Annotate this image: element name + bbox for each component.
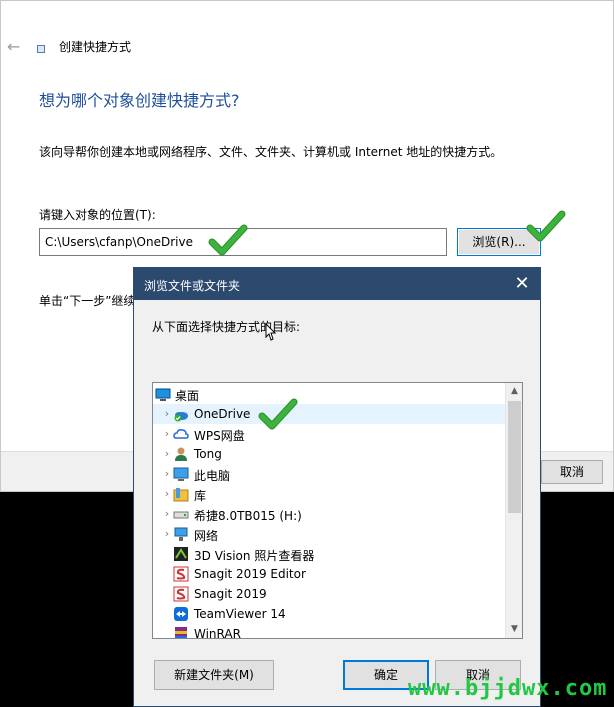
- tree-item-label: 希捷8.0TB015 (H:): [194, 509, 302, 523]
- tree-item[interactable]: › Tong: [153, 444, 506, 464]
- scroll-up-icon[interactable]: ▲: [506, 383, 522, 400]
- tree-item[interactable]: 3D Vision 照片查看器: [153, 544, 506, 564]
- dialog-prompt: 从下面选择快捷方式的目标:: [152, 320, 301, 334]
- user-icon: [175, 447, 187, 461]
- watermark: www.bjjdwx.com: [408, 676, 608, 701]
- folder-tree[interactable]: WinRAR TeamViewer 14 Snagit 2019 Snagit 201…: [152, 382, 523, 639]
- app-teamviewer-icon: [174, 607, 188, 621]
- checkmark-icon: [258, 398, 298, 430]
- dialog-title: 浏览文件或文件夹: [144, 279, 241, 293]
- close-icon[interactable]: ✕: [510, 272, 534, 296]
- checkmark-icon: [526, 210, 566, 242]
- cloud-icon: [173, 429, 189, 439]
- tree-item[interactable]: › OneDrive: [153, 404, 506, 424]
- tree-item[interactable]: › 库: [153, 484, 506, 504]
- tree-scrollbar[interactable]: ▲ ▼: [505, 383, 522, 638]
- network-icon: [174, 527, 188, 541]
- scroll-thumb[interactable]: [508, 401, 521, 513]
- tree-item-label: OneDrive: [194, 407, 251, 421]
- checkmark-icon: [208, 224, 248, 256]
- tree-item[interactable]: › WPS网盘: [153, 424, 506, 444]
- tree-item-label: Snagit 2019 Editor: [194, 567, 306, 581]
- onedrive-icon: [174, 412, 188, 422]
- tree-item-label: 3D Vision 照片查看器: [194, 549, 315, 563]
- tree-item[interactable]: › 网络: [153, 524, 506, 544]
- tree-item-label: 此电脑: [194, 469, 231, 483]
- tree-item[interactable]: Snagit 2019 Editor: [153, 564, 506, 584]
- wizard-cancel-button[interactable]: 取消: [541, 460, 603, 484]
- chevron-right-icon[interactable]: ›: [162, 427, 172, 441]
- tree-item-label: WinRAR: [194, 627, 241, 639]
- desktop-icon: [155, 388, 171, 401]
- tree-item[interactable]: Snagit 2019: [153, 584, 506, 604]
- app-snagit-icon: [173, 586, 189, 602]
- scroll-down-icon[interactable]: ▼: [506, 621, 522, 638]
- chevron-right-icon[interactable]: ›: [162, 467, 172, 481]
- chevron-right-icon[interactable]: ›: [162, 407, 172, 421]
- tree-item[interactable]: › 此电脑: [153, 464, 506, 484]
- shortcut-app-icon: [37, 45, 45, 53]
- tree-item[interactable]: TeamViewer 14: [153, 604, 506, 624]
- app-3dvision-icon: [174, 547, 188, 561]
- app-winrar-icon: [175, 627, 187, 638]
- next-instruction-text: 单击“下一步”继续: [39, 294, 136, 308]
- tree-item-label: WPS网盘: [194, 429, 245, 443]
- app-snagit-icon: [173, 566, 189, 582]
- back-arrow-icon[interactable]: ←: [7, 39, 25, 55]
- tree-item-label: TeamViewer 14: [194, 607, 286, 621]
- drive-icon: [173, 511, 189, 519]
- dialog-titlebar: 浏览文件或文件夹 ✕: [134, 268, 540, 300]
- wizard-title: 创建快捷方式: [59, 40, 132, 54]
- new-folder-button[interactable]: 新建文件夹(M): [154, 660, 274, 690]
- wizard-heading: 想为哪个对象创建快捷方式?: [39, 91, 240, 110]
- tree-item-label: 网络: [194, 529, 219, 543]
- location-label: 请键入对象的位置(T):: [39, 208, 156, 222]
- mouse-cursor-icon: [265, 323, 277, 341]
- tree-item[interactable]: WinRAR: [153, 624, 506, 639]
- tree-item-label: 库: [194, 489, 207, 503]
- chevron-right-icon[interactable]: ›: [162, 527, 172, 541]
- tree-item-label: 桌面: [175, 389, 200, 403]
- library-icon: [173, 488, 189, 502]
- chevron-right-icon[interactable]: ›: [162, 447, 172, 461]
- chevron-right-icon[interactable]: ›: [162, 487, 172, 501]
- tree-item-label: Snagit 2019: [194, 587, 267, 601]
- tree-item[interactable]: › 希捷8.0TB015 (H:): [153, 504, 506, 524]
- tree-item-label: Tong: [194, 447, 222, 461]
- wizard-description: 该向导帮你创建本地或网络程序、文件、文件夹、计算机或 Internet 地址的快…: [39, 145, 503, 159]
- computer-icon: [173, 467, 189, 481]
- tree-item[interactable]: 桌面: [153, 384, 506, 404]
- chevron-right-icon[interactable]: ›: [162, 507, 172, 521]
- browse-folder-dialog: 浏览文件或文件夹 ✕ 从下面选择快捷方式的目标: WinRAR TeamViewe…: [133, 267, 541, 707]
